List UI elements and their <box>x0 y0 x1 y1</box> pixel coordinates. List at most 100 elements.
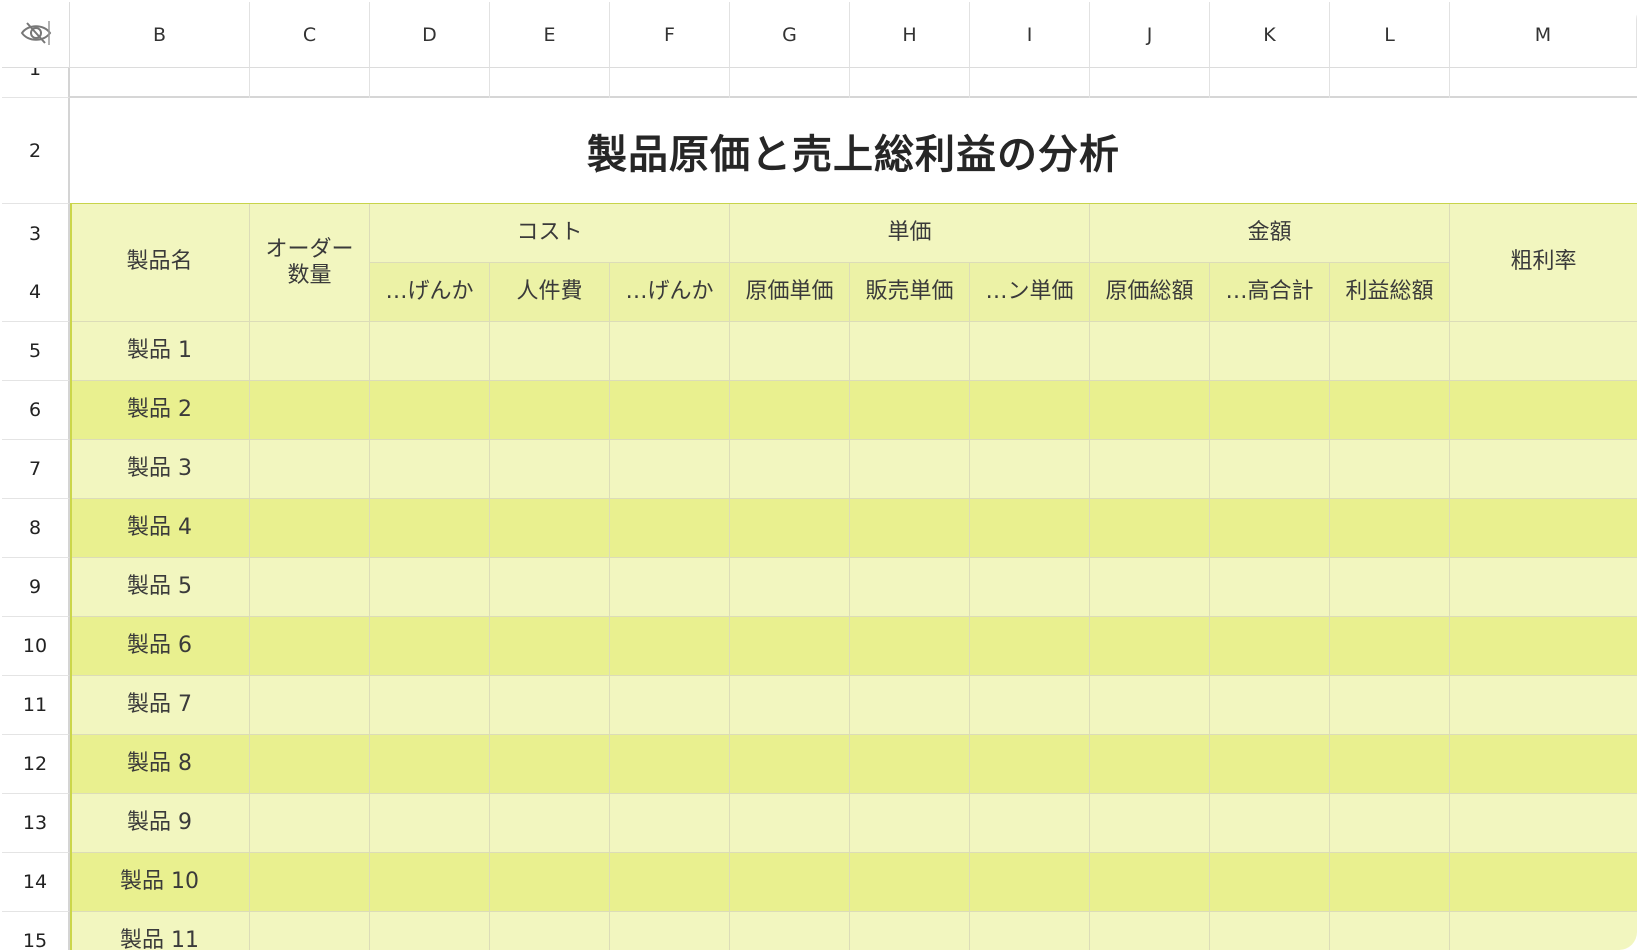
table-cell[interactable] <box>490 794 610 853</box>
table-cell[interactable] <box>1090 735 1210 794</box>
column-header-l[interactable]: L <box>1330 2 1450 68</box>
table-cell[interactable] <box>490 735 610 794</box>
table-cell[interactable] <box>490 676 610 735</box>
table-cell[interactable] <box>370 794 490 853</box>
column-header-g[interactable]: G <box>730 2 850 68</box>
header-amount-group[interactable]: 金額 <box>1090 204 1450 263</box>
row-header-15[interactable]: 15 <box>2 912 70 950</box>
row-header-4[interactable]: 4 <box>2 263 70 322</box>
table-cell[interactable] <box>1090 912 1210 950</box>
table-cell[interactable] <box>850 853 970 912</box>
table-cell[interactable] <box>1090 499 1210 558</box>
header-total-sales[interactable]: …高合計 <box>1210 263 1330 322</box>
table-cell[interactable] <box>370 440 490 499</box>
product-name-cell[interactable]: 製品 2 <box>70 381 250 440</box>
table-cell[interactable] <box>370 912 490 950</box>
header-material-cost[interactable]: …げんか <box>370 263 490 322</box>
table-cell[interactable] <box>370 558 490 617</box>
table-cell[interactable] <box>1210 499 1330 558</box>
table-cell[interactable] <box>1090 381 1210 440</box>
table-cell[interactable] <box>1330 676 1450 735</box>
table-cell[interactable] <box>610 676 730 735</box>
table-cell[interactable] <box>1330 853 1450 912</box>
column-header-i[interactable]: I <box>970 2 1090 68</box>
table-cell[interactable] <box>1330 617 1450 676</box>
product-name-cell[interactable]: 製品 5 <box>70 558 250 617</box>
product-name-cell[interactable]: 製品 3 <box>70 440 250 499</box>
table-cell[interactable] <box>850 735 970 794</box>
table-cell[interactable] <box>250 912 370 950</box>
header-total-cost[interactable]: 原価総額 <box>1090 263 1210 322</box>
product-name-cell[interactable]: 製品 6 <box>70 617 250 676</box>
table-cell[interactable] <box>970 617 1090 676</box>
product-name-cell[interactable]: 製品 4 <box>70 499 250 558</box>
table-cell[interactable] <box>970 322 1090 381</box>
table-cell[interactable] <box>970 853 1090 912</box>
table-cell[interactable] <box>490 558 610 617</box>
table-cell[interactable] <box>730 676 850 735</box>
table-cell[interactable] <box>730 617 850 676</box>
table-cell[interactable] <box>250 794 370 853</box>
table-cell[interactable] <box>1210 735 1330 794</box>
table-cell[interactable] <box>370 853 490 912</box>
table-cell[interactable] <box>730 735 850 794</box>
table-cell[interactable] <box>970 440 1090 499</box>
table-cell[interactable] <box>1450 617 1637 676</box>
table-cell[interactable] <box>1210 853 1330 912</box>
header-gross-margin[interactable]: 粗利率 <box>1450 204 1637 322</box>
table-cell[interactable] <box>850 794 970 853</box>
column-header-d[interactable]: D <box>370 2 490 68</box>
table-cell[interactable] <box>250 617 370 676</box>
table-cell[interactable] <box>250 322 370 381</box>
table-cell[interactable] <box>730 499 850 558</box>
header-total-profit[interactable]: 利益総額 <box>1330 263 1450 322</box>
table-cell[interactable] <box>1450 558 1637 617</box>
table-cell[interactable] <box>490 912 610 950</box>
product-name-cell[interactable]: 製品 1 <box>70 322 250 381</box>
column-header-m[interactable]: M <box>1450 2 1637 68</box>
table-cell[interactable] <box>1090 794 1210 853</box>
table-cell[interactable] <box>370 322 490 381</box>
row-header-13[interactable]: 13 <box>2 794 70 853</box>
table-cell[interactable] <box>1090 322 1210 381</box>
table-cell[interactable] <box>850 676 970 735</box>
header-unit-price-group[interactable]: 単価 <box>730 204 1090 263</box>
table-cell[interactable] <box>970 558 1090 617</box>
table-cell[interactable] <box>1450 440 1637 499</box>
table-cell[interactable] <box>370 381 490 440</box>
row-header-9[interactable]: 9 <box>2 558 70 617</box>
table-cell[interactable] <box>250 499 370 558</box>
row-header-14[interactable]: 14 <box>2 853 70 912</box>
table-cell[interactable] <box>370 499 490 558</box>
table-cell[interactable] <box>970 381 1090 440</box>
table-cell[interactable] <box>850 499 970 558</box>
row-header-3[interactable]: 3 <box>2 204 70 263</box>
table-cell[interactable] <box>610 735 730 794</box>
table-cell[interactable] <box>970 794 1090 853</box>
table-cell[interactable] <box>730 322 850 381</box>
column-header-k[interactable]: K <box>1210 2 1330 68</box>
table-cell[interactable] <box>610 853 730 912</box>
table-cell[interactable] <box>250 676 370 735</box>
table-cell[interactable] <box>1450 735 1637 794</box>
table-cell[interactable] <box>970 499 1090 558</box>
table-cell[interactable] <box>1330 440 1450 499</box>
cell[interactable] <box>850 68 970 98</box>
column-header-f[interactable]: F <box>610 2 730 68</box>
table-cell[interactable] <box>1090 440 1210 499</box>
column-header-b[interactable]: B <box>70 2 250 68</box>
table-cell[interactable] <box>1330 499 1450 558</box>
table-cell[interactable] <box>250 853 370 912</box>
table-cell[interactable] <box>250 440 370 499</box>
table-cell[interactable] <box>1210 912 1330 950</box>
table-cell[interactable] <box>730 440 850 499</box>
table-cell[interactable] <box>1330 912 1450 950</box>
header-labor-cost[interactable]: 人件費 <box>490 263 610 322</box>
column-header-c[interactable]: C <box>250 2 370 68</box>
row-header-12[interactable]: 12 <box>2 735 70 794</box>
header-overhead-cost[interactable]: …げんか <box>610 263 730 322</box>
table-cell[interactable] <box>1330 794 1450 853</box>
table-cell[interactable] <box>490 440 610 499</box>
table-cell[interactable] <box>250 735 370 794</box>
table-cell[interactable] <box>1330 735 1450 794</box>
